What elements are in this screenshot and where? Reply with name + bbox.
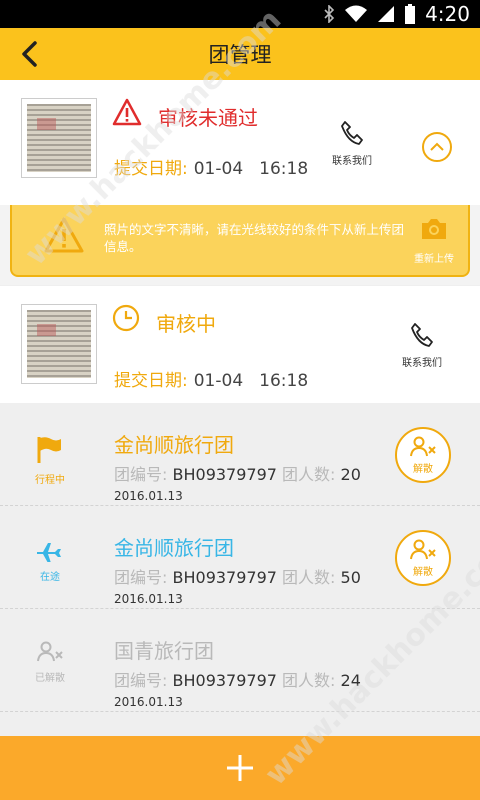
app-bar: 团管理 xyxy=(0,28,480,80)
group-name: 金尚顺旅行团 xyxy=(114,433,234,457)
group-info: 团编号: BH09379797 团人数: 24 xyxy=(114,671,361,690)
submit-date: 提交日期: 01-04 16:18 xyxy=(114,159,309,179)
wifi-icon xyxy=(345,5,368,23)
status-time: 4:20 xyxy=(425,2,470,26)
group-photo-thumbnail[interactable] xyxy=(21,98,97,178)
flag-icon xyxy=(37,437,61,463)
list-item[interactable]: 已解散 国青旅行团 团编号: BH09379797 团人数: 24 2016.0… xyxy=(0,609,480,712)
warning-icon xyxy=(112,98,142,130)
group-status: 已解散 xyxy=(20,641,80,701)
group-info: 团编号: BH09379797 团人数: 50 xyxy=(114,568,361,587)
add-group-button[interactable] xyxy=(0,736,480,800)
bluetooth-icon xyxy=(323,5,335,23)
phone-icon xyxy=(411,323,433,347)
group-status: 行程中 xyxy=(20,435,80,495)
page-title: 团管理 xyxy=(208,43,272,67)
back-button[interactable] xyxy=(10,34,50,74)
dissolve-icon xyxy=(410,539,436,559)
dissolve-button[interactable]: 解散 xyxy=(395,427,451,483)
reupload-button[interactable]: 重新上传 xyxy=(404,250,464,265)
review-status-rejected: 审核未通过 xyxy=(158,106,258,130)
group-name: 金尚顺旅行团 xyxy=(114,536,234,560)
group-list: 行程中 金尚顺旅行团 团编号: BH09379797 团人数: 20 2016.… xyxy=(0,403,480,736)
group-photo-thumbnail[interactable] xyxy=(21,304,97,384)
submission-card-rejected[interactable]: 审核未通过 提交日期: 01-04 16:18 联系我们 xyxy=(0,80,480,205)
group-status: 在途 xyxy=(20,538,80,598)
group-date: 2016.01.13 xyxy=(114,695,183,709)
dissolve-icon xyxy=(410,436,436,456)
group-name: 国青旅行团 xyxy=(114,639,214,663)
airplane-icon xyxy=(37,543,61,562)
notice-warning-icon xyxy=(44,217,84,257)
submit-date: 提交日期: 01-04 16:18 xyxy=(114,371,309,391)
group-date: 2016.01.13 xyxy=(114,592,183,606)
collapse-button[interactable] xyxy=(422,132,452,162)
signal-icon xyxy=(377,5,395,23)
contact-us-button[interactable]: 联系我们 xyxy=(322,120,382,167)
group-info: 团编号: BH09379797 团人数: 20 xyxy=(114,465,361,484)
status-bar: 4:20 xyxy=(0,0,480,28)
list-item[interactable]: 行程中 金尚顺旅行团 团编号: BH09379797 团人数: 20 2016.… xyxy=(0,403,480,506)
back-arrow-icon xyxy=(22,41,37,67)
phone-icon xyxy=(341,121,363,145)
contact-us-button[interactable]: 联系我们 xyxy=(392,322,452,369)
battery-icon xyxy=(405,4,416,24)
chevron-up-icon xyxy=(430,142,444,151)
review-status-reviewing: 审核中 xyxy=(156,312,216,336)
plus-icon xyxy=(227,755,253,781)
submission-card-reviewing[interactable]: 审核中 提交日期: 01-04 16:18 联系我们 xyxy=(0,286,480,403)
group-date: 2016.01.13 xyxy=(114,489,183,503)
notice-message: 照片的文字不清晰，请在光线较好的条件下从新上传团信息。 xyxy=(104,222,405,254)
camera-icon[interactable] xyxy=(420,217,448,245)
list-item[interactable]: 在途 金尚顺旅行团 团编号: BH09379797 团人数: 50 2016.0… xyxy=(0,506,480,609)
rejection-notice-area: 照片的文字不清晰，请在光线较好的条件下从新上传团信息。 重新上传 xyxy=(0,205,480,285)
dissolved-icon xyxy=(37,641,63,662)
clock-icon xyxy=(112,304,140,336)
rejection-notice: 照片的文字不清晰，请在光线较好的条件下从新上传团信息。 重新上传 xyxy=(10,205,470,277)
dissolve-button[interactable]: 解散 xyxy=(395,530,451,586)
